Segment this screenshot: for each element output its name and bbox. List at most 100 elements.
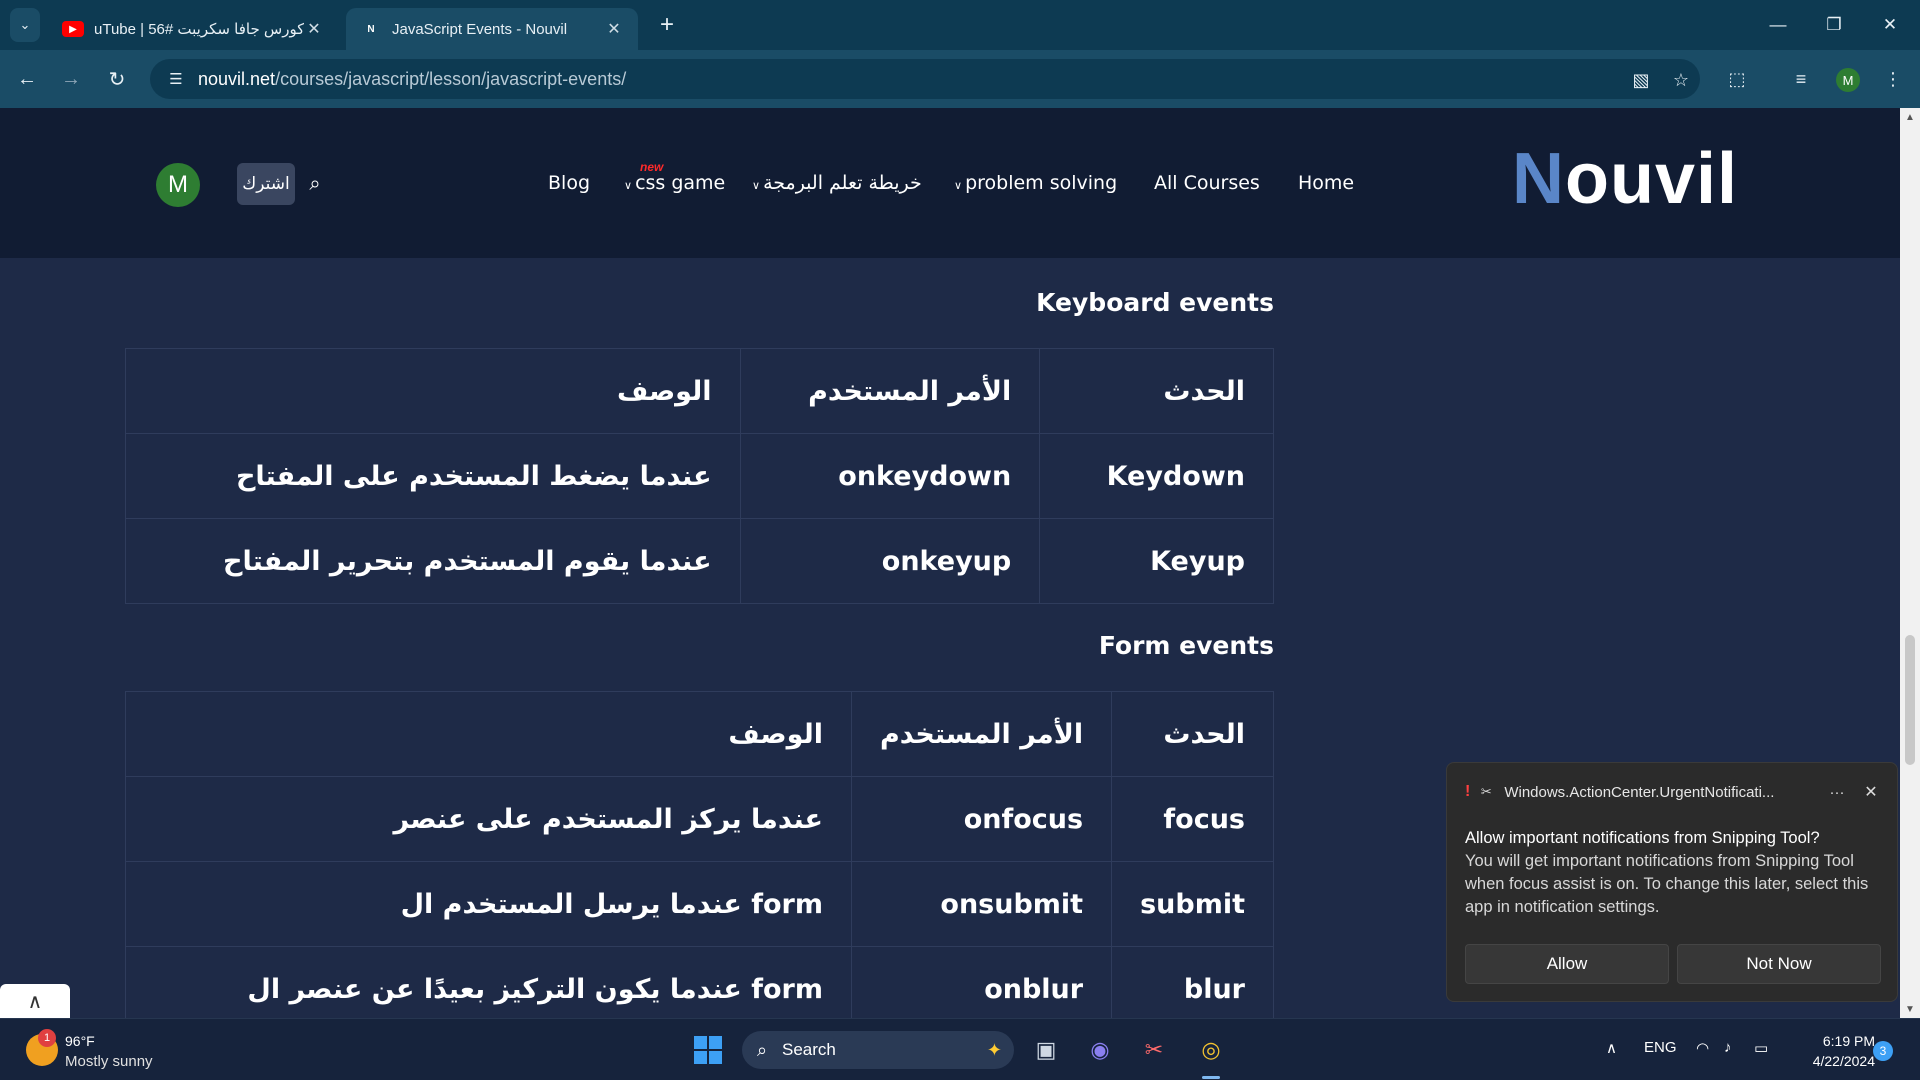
browser-profile-avatar[interactable]: M (1836, 68, 1860, 92)
bookmark-star-icon[interactable]: ☆ (1668, 67, 1694, 93)
media-controls-icon[interactable]: ≡ (1786, 64, 1816, 94)
search-icon: ⌕ (756, 1039, 768, 1060)
close-icon[interactable]: ✕ (1857, 782, 1885, 802)
tab-close-icon[interactable]: ✕ (604, 19, 624, 39)
nav-all-courses[interactable]: All Courses (1154, 172, 1260, 194)
task-view-icon[interactable]: ▣ (1028, 1032, 1064, 1068)
scroll-down-arrow-icon[interactable]: ▼ (1900, 1004, 1920, 1015)
taskbar-search-label: Search (782, 1040, 836, 1059)
tray-overflow-chevron-icon[interactable]: ∧ (1606, 1039, 1617, 1057)
url-text[interactable]: nouvil.net/courses/javascript/lesson/jav… (198, 69, 626, 90)
browser-menu-icon[interactable]: ⋮ (1878, 64, 1908, 94)
volume-icon[interactable]: ♪ (1724, 1039, 1732, 1056)
language-indicator[interactable]: ENG (1644, 1039, 1677, 1056)
window-close-icon[interactable]: ✕ (1862, 0, 1918, 50)
keyboard-events-heading: Keyboard events (1036, 288, 1274, 317)
urgent-icon: ! (1465, 783, 1471, 800)
cell-event: Keyup (1039, 518, 1274, 604)
reload-icon[interactable]: ↻ (102, 64, 132, 94)
cell-event: blur (1111, 946, 1274, 1018)
notification-count-badge[interactable]: 3 (1873, 1041, 1893, 1061)
nav-roadmap[interactable]: ∨ خريطة تعلم البرمجة (752, 172, 922, 194)
toast-heading: Allow important notifications from Snipp… (1465, 829, 1820, 847)
site-logo[interactable]: Nouvil (1512, 138, 1738, 220)
site-info-icon[interactable]: ☰ (156, 70, 196, 88)
chevron-up-icon: ∧ (27, 990, 43, 1013)
cell-command: onfocus (850, 776, 1113, 862)
restore-icon[interactable]: ❐ (1806, 0, 1862, 50)
urgent-notification-toast: ! ✂ Windows.ActionCenter.UrgentNotificat… (1446, 762, 1898, 1002)
header-event: الحدث (1039, 348, 1274, 434)
tab-youtube[interactable]: ▶ uTube | كورس جافا سكريبت #56 ✕ (48, 8, 338, 50)
table-header-row: الوصف الأمر المستخدم الحدث (125, 691, 1274, 777)
browser-toolbar: ← → ↻ ☰ nouvil.net/courses/javascript/le… (0, 50, 1920, 108)
chevron-down-icon: ∨ (954, 179, 963, 192)
header-command: الأمر المستخدم (850, 691, 1113, 777)
cell-command: onsubmit (850, 861, 1113, 947)
chrome-icon[interactable]: ◎ (1193, 1032, 1229, 1068)
wifi-icon[interactable]: ◠ (1696, 1039, 1709, 1057)
cell-command: onkeydown (739, 433, 1041, 519)
nav-home[interactable]: Home (1298, 172, 1354, 194)
extensions-icon[interactable]: ⬚ (1722, 64, 1752, 94)
form-events-heading: Form events (1098, 631, 1274, 660)
cell-event: Keydown (1039, 433, 1274, 519)
taskbar-search-box[interactable]: ⌕ Search ✦ (742, 1031, 1014, 1069)
tab-nouvil[interactable]: N JavaScript Events - Nouvil ✕ (346, 8, 638, 50)
back-arrow-icon[interactable]: ← (12, 64, 42, 94)
snipping-tool-icon[interactable]: ✂ (1136, 1032, 1172, 1068)
copilot-sparkle-icon: ✦ (986, 1039, 1002, 1060)
keyboard-events-table: الوصف الأمر المستخدم الحدث عندما يضغط ال… (125, 348, 1274, 604)
new-tab-button[interactable]: + (652, 10, 682, 40)
header-event: الحدث (1111, 691, 1274, 777)
subscribe-button[interactable]: اشترك (237, 163, 295, 205)
start-windows-icon[interactable] (690, 1032, 726, 1068)
nav-problem-solving[interactable]: ∨ problem solving (954, 172, 1117, 194)
teams-chat-icon[interactable]: ◉ (1082, 1032, 1118, 1068)
toast-body: Allow important notifications from Snipp… (1465, 827, 1885, 919)
cell-command: onblur (850, 946, 1113, 1018)
active-app-indicator (1202, 1076, 1220, 1079)
windows-taskbar: 1 96°F Mostly sunny ⌕ Search ✦ ▣ ◉ ✂ ◎ ∧… (0, 1018, 1920, 1080)
cell-description: عندما يضغط المستخدم على المفتاح (125, 433, 741, 519)
table-row: عندما يركز المستخدم على عنصر onfocus foc… (125, 776, 1274, 862)
user-avatar[interactable]: M (156, 163, 200, 207)
tab-close-icon[interactable]: ✕ (304, 19, 324, 39)
header-description: الوصف (125, 691, 852, 777)
chevron-down-icon: ∨ (624, 179, 633, 192)
snipping-tool-icon: ✂ (1480, 784, 1492, 799)
tab-search-chevron-icon[interactable]: ⌄ (10, 8, 40, 42)
weather-temperature[interactable]: 96°F (65, 1033, 95, 1049)
page-scrollbar[interactable]: ▲ ▼ (1900, 108, 1920, 1018)
youtube-icon: ▶ (62, 21, 84, 37)
clock-time: 6:19 PM (1822, 1033, 1875, 1049)
system-clock[interactable]: 6:19 PM 4/22/2024 (1795, 1031, 1875, 1071)
scrollbar-thumb[interactable] (1905, 635, 1915, 765)
minimize-icon[interactable]: — (1750, 0, 1806, 50)
clock-date: 4/22/2024 (1812, 1053, 1875, 1069)
battery-icon[interactable]: ▭ (1754, 1039, 1768, 1057)
toast-header: ! ✂ Windows.ActionCenter.UrgentNotificat… (1465, 781, 1885, 803)
nav-blog[interactable]: Blog (548, 172, 590, 194)
toast-app-name: Windows.ActionCenter.UrgentNotificati... (1504, 783, 1775, 801)
toast-message: You will get important notifications fro… (1465, 852, 1869, 916)
not-now-button[interactable]: Not Now (1677, 944, 1881, 984)
allow-button[interactable]: Allow (1465, 944, 1669, 984)
more-options-icon[interactable]: ··· (1817, 784, 1857, 801)
table-header-row: الوصف الأمر المستخدم الحدث (125, 348, 1274, 434)
table-row: عندما يرسل المستخدم ال form onsubmit sub… (125, 861, 1274, 947)
search-icon[interactable]: ⌕ (302, 171, 328, 197)
scroll-up-arrow-icon[interactable]: ▲ (1900, 112, 1920, 123)
tracking-protection-icon[interactable]: ▧ (1628, 67, 1654, 93)
header-description: الوصف (125, 348, 741, 434)
cell-event: submit (1111, 861, 1274, 947)
address-bar[interactable]: ☰ nouvil.net/courses/javascript/lesson/j… (150, 59, 1700, 99)
cell-description: عندما يكون التركيز بعيدًا عن عنصر ال for… (125, 946, 852, 1018)
weather-description[interactable]: Mostly sunny (65, 1053, 153, 1070)
site-header: M اشترك ⌕ Blog new ∨ css game ∨ خريطة تعلم… (0, 108, 1900, 258)
forward-arrow-icon[interactable]: → (56, 64, 86, 94)
back-to-top-button[interactable]: ∧ (0, 984, 70, 1018)
nav-css-game[interactable]: ∨ css game (624, 172, 725, 194)
table-row: عندما يكون التركيز بعيدًا عن عنصر ال for… (125, 946, 1274, 1018)
chevron-down-icon: ∨ (752, 179, 761, 192)
